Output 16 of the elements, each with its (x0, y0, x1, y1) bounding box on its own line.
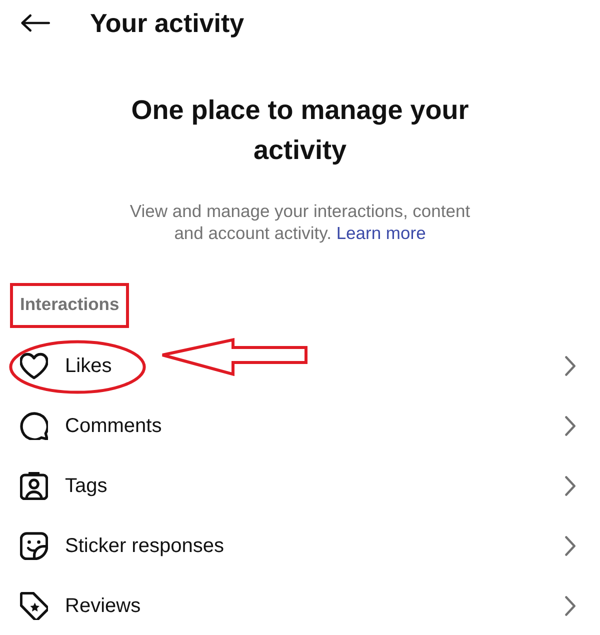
menu-item[interactable]: Comments (0, 396, 600, 456)
speech-bubble-icon (20, 412, 48, 440)
tag-icon (20, 592, 48, 620)
back-arrow-icon (20, 12, 50, 34)
description-text: View and manage your interactions, content and account activity. Learn more (128, 200, 472, 244)
menu-item[interactable]: Sticker responses (0, 516, 600, 576)
menu-item[interactable]: Reviews (0, 576, 600, 635)
learn-more-link[interactable]: Learn more (336, 223, 426, 243)
intro-heading: One place to manage your activity (130, 94, 470, 167)
menu-item[interactable]: Tags (0, 456, 600, 516)
section-header: Interactions (20, 293, 120, 316)
menu-item[interactable]: Likes (0, 336, 600, 396)
page-title: Your activity (90, 10, 244, 36)
sticker-icon (20, 532, 48, 560)
heart-icon (20, 352, 48, 380)
person-badge-icon (20, 472, 48, 500)
